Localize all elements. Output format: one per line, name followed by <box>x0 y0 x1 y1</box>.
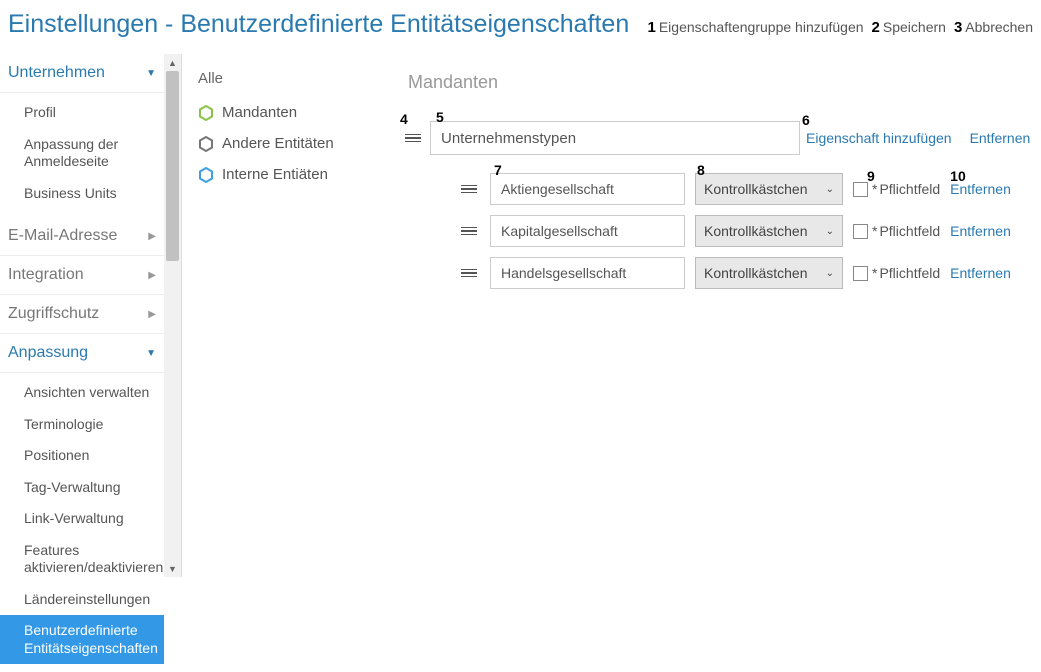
sidebar-section-label: Unternehmen <box>8 64 105 82</box>
sidebar-item[interactable]: Ansichten verwalten <box>0 377 164 409</box>
sidebar-section-anpassung[interactable]: Anpassung ▼ <box>0 334 164 373</box>
remove-property-link[interactable]: Entfernen <box>950 223 1011 239</box>
select-value: Kontrollkästchen <box>704 223 808 239</box>
drag-handle-icon[interactable] <box>458 227 480 236</box>
remove-property-link[interactable]: Entfernen <box>950 265 1011 281</box>
entity-type-item[interactable]: Mandanten <box>192 97 382 128</box>
cancel-action[interactable]: 3 Abbrechen <box>954 19 1033 36</box>
entity-type-item[interactable]: Andere Entitäten <box>192 128 382 159</box>
sidebar-item[interactable]: Tag-Verwaltung <box>0 472 164 504</box>
hexagon-icon <box>198 105 214 121</box>
annotation-1: 1 <box>647 19 655 36</box>
property-row: Kontrollkästchen ⌄ Pflichtfeld Entfernen <box>458 257 1031 289</box>
save-action[interactable]: 2 Speichern <box>872 19 946 36</box>
sidebar-item[interactable]: Ländereinstellungen <box>0 584 164 616</box>
property-name-input[interactable] <box>490 257 685 289</box>
required-label: Pflichtfeld <box>872 223 940 239</box>
entity-type-label: Mandanten <box>222 104 297 121</box>
group-name-input[interactable] <box>430 121 800 155</box>
header-actions: 1 Eigenschaftengruppe hinzufügen 2 Speic… <box>647 19 1033 36</box>
property-name-input[interactable] <box>490 173 685 205</box>
scroll-down-icon[interactable]: ▼ <box>164 560 181 577</box>
required-checkbox[interactable] <box>853 266 868 281</box>
sidebar: Unternehmen ▼ ProfilAnpassung der Anmeldes… <box>0 54 182 577</box>
remove-group-link[interactable]: Entfernen <box>970 130 1031 146</box>
chevron-right-icon: ▶ <box>148 270 156 281</box>
sidebar-item[interactable]: Business Units <box>0 178 164 210</box>
add-group-action[interactable]: 1 Eigenschaftengruppe hinzufügen <box>647 19 863 36</box>
property-group-row: 4 5 6 Eigenschaft hinzufügen Entfernen <box>402 121 1031 155</box>
annotation-2: 2 <box>872 19 880 36</box>
required-checkbox[interactable] <box>853 182 868 197</box>
property-type-select[interactable]: Kontrollkästchen ⌄ <box>695 257 843 289</box>
scroll-track[interactable] <box>164 71 181 560</box>
sidebar-item[interactable]: Profil <box>0 97 164 129</box>
sidebar-section-label: Integration <box>8 266 84 284</box>
sidebar-scrollbar[interactable]: ▲ ▼ <box>164 54 181 577</box>
sidebar-section-label: Anpassung <box>8 344 88 362</box>
chevron-right-icon: ▶ <box>148 231 156 242</box>
entity-type-item[interactable]: Interne Entiäten <box>192 159 382 190</box>
annotation-3: 3 <box>954 19 962 36</box>
save-label: Speichern <box>883 19 946 35</box>
sidebar-section-zugriff[interactable]: Zugriffschutz ▶ <box>0 295 164 334</box>
sidebar-item[interactable]: Terminologie <box>0 409 164 441</box>
drag-handle-icon[interactable] <box>458 269 480 278</box>
property-row: Kontrollkästchen ⌄ Pflichtfeld Entfernen <box>458 215 1031 247</box>
chevron-down-icon: ▼ <box>146 68 156 79</box>
remove-property-link[interactable]: Entfernen <box>950 181 1011 197</box>
property-row: 7Kontrollkästchen⌄89PflichtfeldEntfernen… <box>458 173 1031 205</box>
hexagon-icon <box>198 136 214 152</box>
entity-type-list: Alle Mandanten Andere Entitäten Interne En… <box>182 54 392 577</box>
main-title: Mandanten <box>402 66 1031 121</box>
property-name-input[interactable] <box>490 215 685 247</box>
select-value: Kontrollkästchen <box>704 265 808 281</box>
add-property-link[interactable]: Eigenschaft hinzufügen <box>806 130 952 146</box>
main-panel: Mandanten 4 5 6 Eigenschaft hinzufügen E… <box>392 54 1041 577</box>
sidebar-item[interactable]: Anpassung der Anmeldeseite <box>0 129 164 178</box>
drag-handle-icon[interactable] <box>402 134 424 143</box>
required-label: Pflichtfeld <box>872 265 940 281</box>
select-value: Kontrollkästchen <box>704 181 808 197</box>
page-title: Einstellungen - Benutzerdefinierte Entit… <box>8 10 629 39</box>
sidebar-section-label: Zugriffschutz <box>8 305 99 323</box>
sidebar-item[interactable]: Benutzerdefinierte Entitätseigenschaften <box>0 615 164 664</box>
sidebar-item[interactable]: Features aktivieren/deaktivieren <box>0 535 164 584</box>
sidebar-section-email[interactable]: E-Mail-Adresse ▶ <box>0 217 164 256</box>
add-group-label: Eigenschaftengruppe hinzufügen <box>659 19 864 35</box>
chevron-down-icon: ▼ <box>146 348 156 359</box>
sidebar-section-integration[interactable]: Integration ▶ <box>0 256 164 295</box>
drag-handle-icon[interactable] <box>458 185 480 194</box>
scroll-up-icon[interactable]: ▲ <box>164 54 181 71</box>
sidebar-item[interactable]: Positionen <box>0 440 164 472</box>
required-label: Pflichtfeld <box>872 181 940 197</box>
scroll-thumb[interactable] <box>166 71 179 261</box>
cancel-label: Abbrechen <box>965 19 1033 35</box>
chevron-down-icon: ⌄ <box>826 184 834 195</box>
sidebar-section-unternehmen[interactable]: Unternehmen ▼ <box>0 54 164 93</box>
entity-type-label: Interne Entiäten <box>222 166 328 183</box>
required-checkbox[interactable] <box>853 224 868 239</box>
chevron-right-icon: ▶ <box>148 309 156 320</box>
property-type-select[interactable]: Kontrollkästchen ⌄ <box>695 173 843 205</box>
sidebar-section-label: E-Mail-Adresse <box>8 227 117 245</box>
entity-all[interactable]: Alle <box>192 66 382 97</box>
hexagon-icon <box>198 167 214 183</box>
entity-type-label: Andere Entitäten <box>222 135 334 152</box>
sidebar-item[interactable]: Link-Verwaltung <box>0 503 164 535</box>
property-type-select[interactable]: Kontrollkästchen ⌄ <box>695 215 843 247</box>
chevron-down-icon: ⌄ <box>826 226 834 237</box>
chevron-down-icon: ⌄ <box>826 268 834 279</box>
